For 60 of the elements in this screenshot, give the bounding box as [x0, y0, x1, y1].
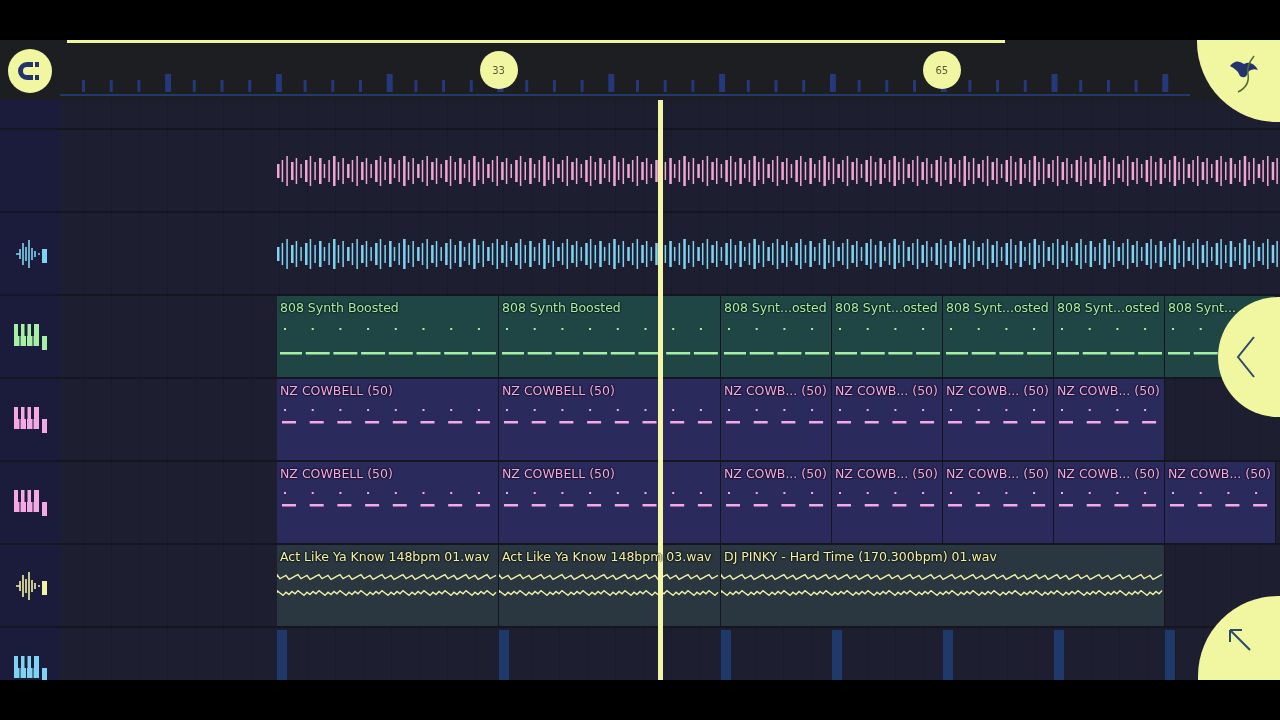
track-header[interactable] — [0, 379, 60, 460]
pattern-clip[interactable]: NZ COWB... (50) — [832, 379, 943, 460]
waveform-icon[interactable] — [14, 570, 48, 601]
clip-label: NZ COWB... (50) — [724, 466, 827, 482]
track-header[interactable] — [0, 130, 60, 211]
piano-keys-icon[interactable] — [14, 489, 48, 516]
pattern-clip[interactable]: NZ COWBELL (50) — [499, 462, 721, 543]
pattern-clip[interactable]: NZ COWB... (50) — [1165, 462, 1276, 543]
clip-label: NZ COWBELL (50) — [502, 466, 615, 482]
pattern-clip[interactable]: 808 Synt...osted — [832, 296, 943, 377]
magnet-button[interactable] — [8, 49, 52, 93]
pattern-clip[interactable]: NZ COWB... (50) — [721, 379, 832, 460]
clip-label: NZ COWB... (50) — [1057, 466, 1160, 482]
clip-label: DJ PINKY - Hard Time (170.300bpm) 01.wav — [724, 549, 997, 565]
track-header[interactable] — [0, 545, 60, 626]
pattern-clip[interactable]: 808 Synth Boosted — [499, 296, 721, 377]
clip-label: Act Like Ya Know 148bpm 01.wav — [280, 549, 490, 565]
clip-label: 808 Synt...osted — [1057, 300, 1160, 316]
piano-keys-icon[interactable] — [14, 655, 48, 680]
pattern-clip[interactable]: NZ COWB... (50) — [943, 379, 1054, 460]
pattern-clip[interactable]: 808 Synt...osted — [721, 296, 832, 377]
clip-label: 808 Synth Boosted — [502, 300, 621, 316]
clip-label: NZ COWB... (50) — [724, 383, 827, 399]
track-header[interactable] — [0, 213, 60, 294]
clip-label: NZ COWB... (50) — [946, 466, 1049, 482]
clip-label: NZ COWBELL (50) — [280, 466, 393, 482]
bar-marker[interactable]: 33 — [479, 51, 518, 89]
pattern-clip[interactable]: DJ PINKY - Hard Time (170.300bpm) 01.wav — [721, 545, 1165, 626]
clip-label: NZ COWB... (50) — [835, 383, 938, 399]
clip-label: 808 Synth Boosted — [280, 300, 399, 316]
pattern-clip[interactable]: 808 Synt...osted — [1054, 296, 1165, 377]
piano-keys-icon[interactable] — [14, 323, 48, 350]
clip-label: NZ COWB... (50) — [946, 383, 1049, 399]
track-header[interactable] — [0, 100, 60, 128]
clip-label: 808 Synt...osted — [835, 300, 938, 316]
piano-keys-icon[interactable] — [14, 406, 48, 433]
clip-label: 808 Synt...osted — [724, 300, 827, 316]
pattern-clip[interactable]: NZ COWBELL (50) — [277, 462, 499, 543]
pattern-clip[interactable]: 808 Synth Boosted — [277, 296, 499, 377]
bar-marker[interactable]: 65 — [922, 51, 961, 89]
waveform-icon[interactable] — [14, 238, 48, 269]
pattern-clip[interactable]: NZ COWB... (50) — [832, 462, 943, 543]
pattern-clip[interactable]: NZ COWB... (50) — [1054, 462, 1165, 543]
pattern-clip[interactable]: NZ COWB... (50) — [943, 462, 1054, 543]
clip-label: NZ COWBELL (50) — [502, 383, 615, 399]
clip-label: 808 Synt... — [1168, 300, 1236, 316]
clip-label: NZ COWB... (50) — [835, 466, 938, 482]
clip-label: 808 Synt...osted — [946, 300, 1049, 316]
clip-label: NZ COWBELL (50) — [280, 383, 393, 399]
pattern-clip[interactable]: NZ COWB... (50) — [721, 462, 832, 543]
chevron-left-icon — [1236, 335, 1256, 379]
pattern-clip[interactable]: NZ COWBELL (50) — [277, 379, 499, 460]
track-header[interactable] — [0, 462, 60, 543]
pattern-clip[interactable]: Act Like Ya Know 148bpm 01.wav — [277, 545, 499, 626]
track-header[interactable] — [0, 296, 60, 377]
pattern-clip[interactable]: NZ COWBELL (50) — [499, 379, 721, 460]
pattern-clip[interactable]: NZ COWB... (50) — [1054, 379, 1165, 460]
clip-label: NZ COWB... (50) — [1168, 466, 1271, 482]
pattern-clip[interactable]: 808 Synt...osted — [943, 296, 1054, 377]
clip-label: NZ COWB... (50) — [1057, 383, 1160, 399]
